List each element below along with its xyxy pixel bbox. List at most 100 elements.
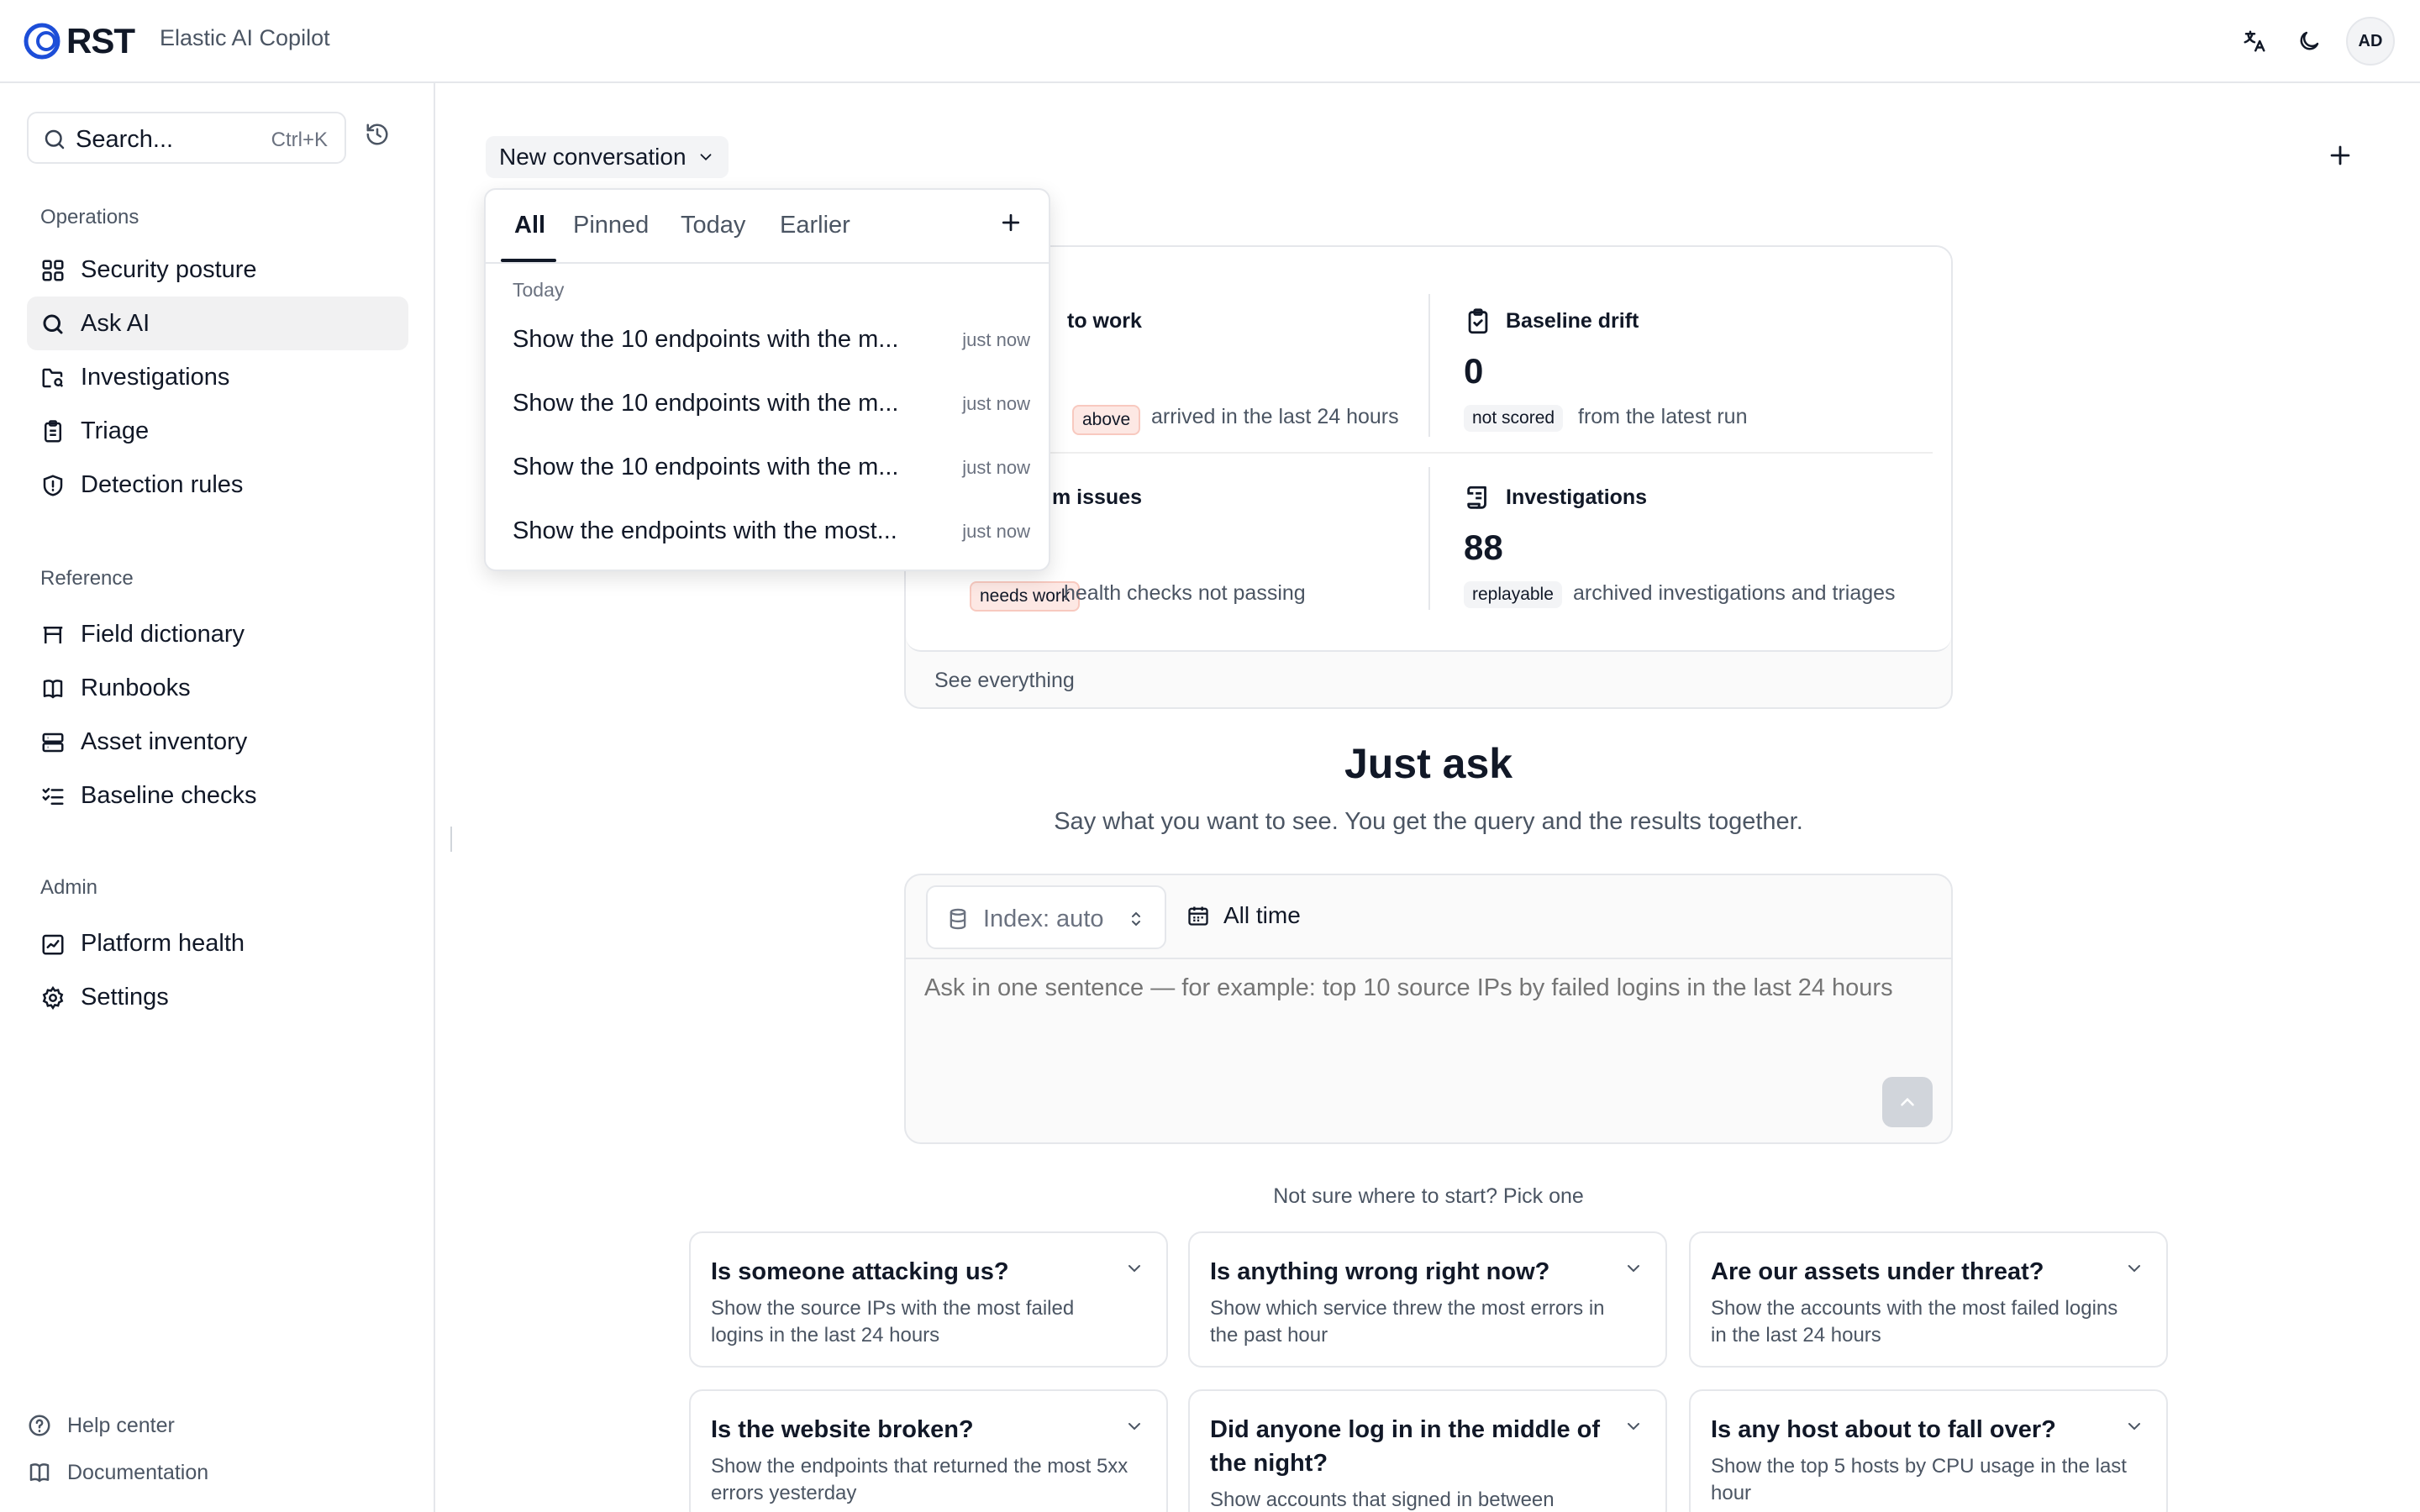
sidebar-item-label: Investigations [81, 364, 230, 391]
overview-cell-desc: arrived in the last 24 hours [1151, 405, 1399, 428]
suggestion-desc: Show the accounts with the most failed l… [1711, 1297, 2118, 1347]
section-reference: Reference [40, 567, 134, 590]
suggestion-card[interactable]: Are our assets under threat? Show the ac… [1689, 1231, 2168, 1368]
overview-cell-title: Investigations [1506, 486, 1648, 509]
suggestion-card[interactable]: Did anyone log in in the middle of the n… [1188, 1389, 1667, 1512]
overview-cell-title: Baseline drift [1506, 309, 1639, 333]
suggestion-desc: Show accounts that signed in between [1210, 1488, 1555, 1511]
history-item-time: just now [962, 457, 1030, 478]
conversation-selector-button[interactable]: New conversation [486, 136, 729, 178]
sidebar-item-runbooks[interactable]: Runbooks [27, 661, 408, 715]
sidebar-item-ask-ai[interactable]: Ask AI [27, 297, 408, 350]
sidebar-item-label: Settings [81, 984, 169, 1011]
list-checks-icon [42, 788, 64, 805]
suggestion-card[interactable]: Is someone attacking us? Show the source… [689, 1231, 1168, 1368]
composer-toolbar: Index: auto All time [906, 875, 1951, 959]
sidebar-item-label: Platform health [81, 930, 245, 957]
overview-cell-desc: health checks not passing [1064, 581, 1306, 605]
scroll-icon [1467, 486, 1486, 509]
active-tab-indicator [501, 259, 556, 262]
add-conversation-plus-icon[interactable] [998, 210, 1032, 244]
sidebar-item-triage[interactable]: Triage [27, 404, 408, 458]
sidebar: Search... Ctrl+K Operations Security pos… [0, 83, 435, 1512]
see-everything-link[interactable]: See everything [934, 669, 1075, 693]
tab-pinned[interactable]: Pinned [573, 212, 649, 239]
history-item[interactable]: Show the 10 endpoints with the m... just… [513, 318, 1030, 360]
suggestion-desc: Show the endpoints that returned the mos… [711, 1455, 1128, 1504]
divider [924, 452, 1933, 454]
calendar-icon [1188, 906, 1208, 926]
overview-cell-title: to work [1067, 309, 1142, 333]
moon-icon[interactable] [2291, 24, 2327, 59]
suggestion-title: Is someone attacking us? [711, 1258, 1009, 1285]
tab-earlier[interactable]: Earlier [780, 212, 850, 239]
suggestion-title: Is any host about to fall over? [1711, 1416, 2056, 1443]
sidebar-item-platform-health[interactable]: Platform health [27, 916, 408, 970]
history-group-label: Today [513, 279, 565, 301]
shield-alert-icon [43, 475, 63, 496]
suggestion-card[interactable]: Is the website broken? Show the endpoint… [689, 1389, 1168, 1512]
chevron-down-icon [2128, 1265, 2140, 1273]
history-item[interactable]: Show the 10 endpoints with the m... just… [513, 381, 1030, 423]
suggestion-card[interactable]: Is any host about to fall over? Show the… [1689, 1389, 2168, 1512]
history-item[interactable]: Show the endpoints with the most... just… [513, 509, 1030, 551]
search-input[interactable]: Search... Ctrl+K [27, 112, 346, 164]
app-title: Elastic AI Copilot [160, 25, 330, 50]
conversation-label: New conversation [499, 144, 687, 170]
section-operations: Operations [40, 206, 139, 228]
suggestion-card[interactable]: Is anything wrong right now? Show which … [1188, 1231, 1667, 1368]
new-conversation-plus-icon[interactable] [2326, 141, 2360, 175]
sidebar-item-settings[interactable]: Settings [27, 970, 408, 1024]
overview-cell-desc: archived investigations and triages [1573, 581, 1896, 605]
sidebar-item-label: Asset inventory [81, 728, 248, 755]
history-item-text: Show the 10 endpoints with the m... [513, 390, 899, 417]
just-ask-subtitle: Say what you want to see. You get the qu… [1054, 808, 1803, 835]
help-circle-icon [29, 1415, 50, 1436]
clipboard-check-icon [1468, 308, 1488, 334]
documentation-label: Documentation [67, 1460, 209, 1484]
documentation-link[interactable]: Documentation [27, 1460, 208, 1485]
sidebar-item-investigations[interactable]: Investigations [27, 350, 408, 404]
brand-logo[interactable]: RST [23, 18, 135, 64]
overview-grid: to work above arrived in the last 24 hou… [906, 247, 1951, 652]
brand-text: RST [66, 21, 135, 60]
history-tabs: All Pinned Today Earlier [486, 190, 1049, 264]
query-input[interactable] [924, 974, 1933, 1058]
brand-mark-icon [24, 23, 60, 60]
help-center-link[interactable]: Help center [27, 1413, 175, 1438]
tab-today[interactable]: Today [681, 212, 745, 239]
chevron-down-icon [1628, 1423, 1639, 1431]
sidebar-item-baseline-checks[interactable]: Baseline checks [27, 769, 408, 822]
suggestion-title: Is anything wrong right now? [1210, 1258, 1550, 1285]
overview-cell-baseline-drift[interactable]: Baseline drift 0 not scored from the lat… [1464, 287, 1968, 438]
overview-cell-title: m issues [1052, 486, 1143, 509]
sidebar-item-detection-rules[interactable]: Detection rules [27, 458, 408, 512]
sidebar-resize-handle[interactable] [450, 827, 452, 852]
chevron-down-icon [700, 154, 711, 161]
translate-icon[interactable] [2237, 24, 2272, 59]
app-root: RST Elastic AI Copilot AD Search... Ctrl… [0, 0, 2420, 1512]
overview-card: to work above arrived in the last 24 hou… [904, 245, 1953, 709]
sidebar-item-asset-inventory[interactable]: Asset inventory [27, 715, 408, 769]
history-item[interactable]: Show the 10 endpoints with the m... just… [513, 445, 1030, 487]
index-select[interactable]: Index: auto [926, 885, 1166, 949]
chevron-down-icon [2128, 1423, 2140, 1431]
overview-cell-investigations[interactable]: Investigations 88 replayable archived in… [1464, 464, 1968, 615]
top-header: RST Elastic AI Copilot AD [0, 0, 2420, 83]
sidebar-item-security-posture[interactable]: Security posture [27, 243, 408, 297]
chevron-down-icon [1128, 1423, 1140, 1431]
clipboard-icon [45, 420, 61, 443]
user-avatar[interactable]: AD [2346, 17, 2395, 66]
tab-all[interactable]: All [514, 212, 545, 239]
gear-icon [42, 985, 64, 1011]
server-icon [42, 732, 64, 753]
send-button[interactable] [1882, 1077, 1933, 1127]
query-composer: Index: auto All time [904, 874, 1953, 1144]
time-range-button[interactable]: All time [1186, 899, 1301, 932]
sidebar-item-label: Security posture [81, 256, 257, 283]
history-icon[interactable] [365, 122, 398, 155]
suggestion-title: Did anyone log in in the middle of the n… [1210, 1416, 1600, 1477]
help-center-label: Help center [67, 1413, 175, 1437]
grid-icon [42, 260, 64, 281]
sidebar-item-field-dictionary[interactable]: Field dictionary [27, 607, 408, 661]
